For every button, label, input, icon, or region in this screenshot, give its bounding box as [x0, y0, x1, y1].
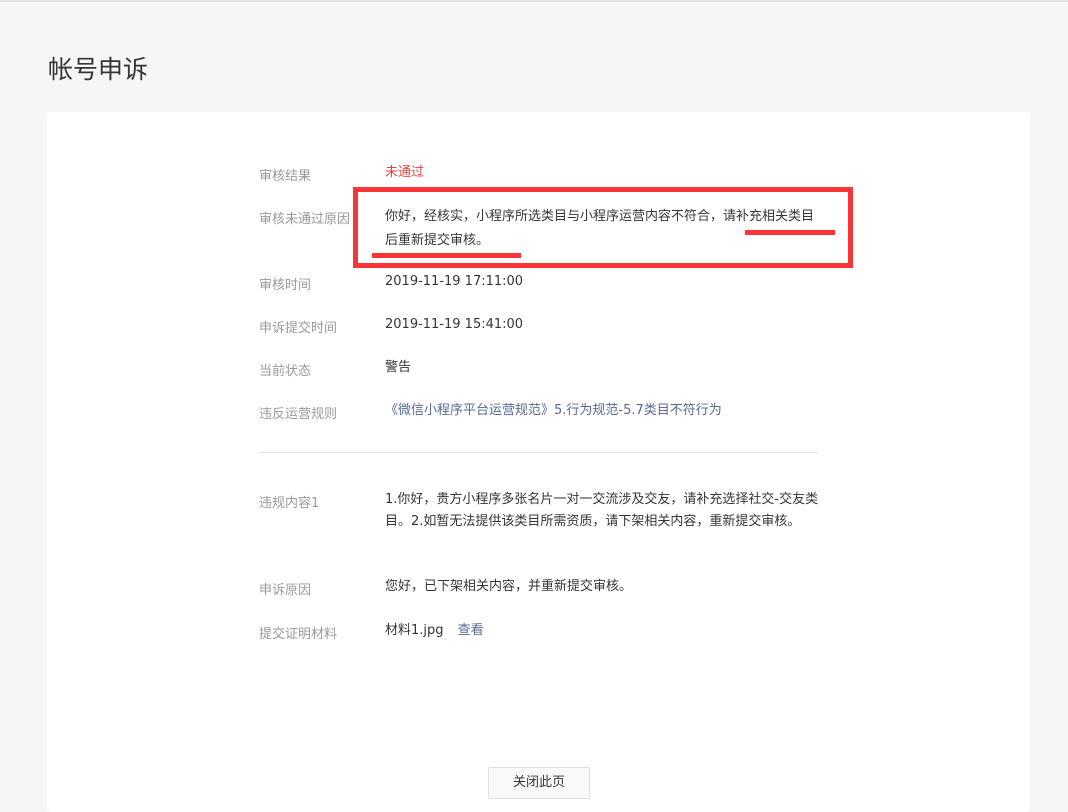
materials-label: 提交证明材料 — [259, 627, 338, 642]
status-value: 警告 — [385, 360, 412, 375]
result-value: 未通过 — [385, 165, 425, 180]
submit-time-label: 申诉提交时间 — [259, 321, 338, 336]
material-file-name: 材料1.jpg — [385, 623, 444, 638]
close-page-button[interactable]: 关闭此页 — [488, 767, 590, 799]
violation-label: 违规内容1 — [259, 496, 320, 511]
rule-label: 违反运营规则 — [259, 407, 338, 422]
review-time-value: 2019-11-19 17:11:00 — [385, 274, 524, 289]
submit-time-value: 2019-11-19 15:41:00 — [385, 317, 524, 332]
materials-value: 材料1.jpg 查看 — [385, 620, 825, 642]
violation-value: 1.你好，贵方小程序多张名片一对一交流涉及交友，请补充选择社交-交友类目。2.如… — [385, 492, 819, 529]
review-time-label: 审核时间 — [259, 278, 312, 293]
top-border — [0, 0, 1068, 2]
result-label: 审核结果 — [259, 169, 312, 184]
status-label: 当前状态 — [259, 364, 312, 379]
annotation-underline — [372, 253, 521, 258]
annotation-underline — [745, 230, 835, 235]
reason-label: 审核未通过原因 — [259, 212, 351, 227]
divider — [259, 452, 818, 453]
rule-link[interactable]: 《微信小程序平台运营规范》5.行为规范-5.7类目不符行为 — [385, 400, 845, 422]
appeal-reason-value: 您好，已下架相关内容，并重新提交审核。 — [385, 579, 633, 594]
page-title: 帐号申诉 — [48, 55, 149, 84]
appeal-reason-label: 申诉原因 — [259, 583, 312, 598]
view-material-link[interactable]: 查看 — [458, 623, 484, 638]
